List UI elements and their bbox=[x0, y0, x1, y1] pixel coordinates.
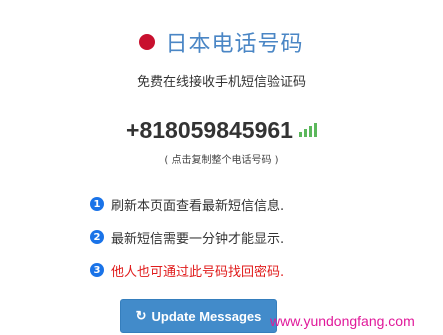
japan-flag-icon bbox=[139, 34, 156, 50]
note-text: 刷新本页面查看最新短信信息. bbox=[111, 198, 285, 214]
note-item: 1 刷新本页面查看最新短信信息. bbox=[90, 193, 443, 215]
phone-number[interactable]: +818059845961 bbox=[126, 117, 293, 144]
note-item-warning: 3 他人也可通过此号码找回密码. bbox=[90, 259, 443, 281]
page-subtitle: 免费在线接收手机短信验证码 bbox=[136, 75, 306, 90]
watermark: www.yundongfang.com bbox=[270, 313, 415, 329]
number-badge-icon: 1 bbox=[90, 197, 104, 211]
update-messages-label: Update Messages bbox=[151, 308, 262, 324]
page-title: 日本电话号码 bbox=[165, 32, 304, 57]
number-badge-icon: 3 bbox=[90, 263, 104, 277]
copy-hint: ( 点击复制整个电话号码 ) bbox=[164, 155, 279, 166]
note-item: 2 最新短信需要一分钟才能显示. bbox=[90, 226, 443, 248]
update-messages-button[interactable]: ↻ Update Messages bbox=[120, 299, 277, 333]
phone-row: +818059845961 bbox=[0, 117, 443, 144]
signal-bars-icon bbox=[298, 121, 317, 137]
note-text: 他人也可通过此号码找回密码. bbox=[111, 264, 285, 280]
title-row: 日本电话号码 bbox=[0, 26, 443, 58]
notes-list: 1 刷新本页面查看最新短信信息. 2 最新短信需要一分钟才能显示. 3 他人也可… bbox=[90, 193, 443, 292]
refresh-icon: ↻ bbox=[135, 308, 147, 323]
number-badge-icon: 2 bbox=[90, 230, 104, 244]
page: 日本电话号码 免费在线接收手机短信验证码 +818059845961 ( 点击复… bbox=[0, 0, 443, 335]
note-text: 最新短信需要一分钟才能显示. bbox=[111, 231, 285, 247]
